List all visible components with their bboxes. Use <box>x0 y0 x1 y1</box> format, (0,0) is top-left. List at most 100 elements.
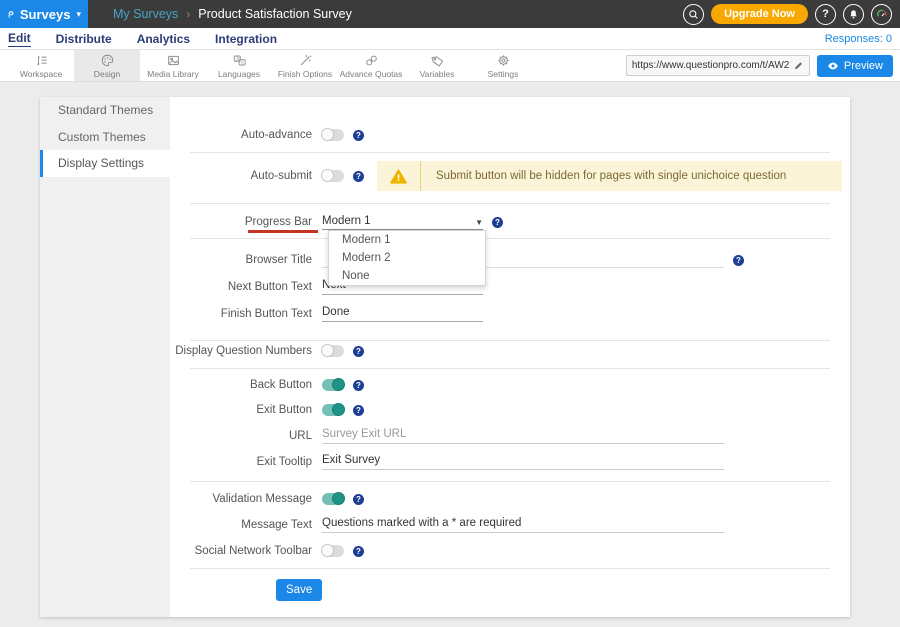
eye-icon <box>827 60 839 72</box>
nav-tab-edit[interactable]: Edit <box>8 31 31 47</box>
dropdown-option-modern-2[interactable]: Modern 2 <box>329 249 485 267</box>
social-network-toolbar-toggle[interactable] <box>322 545 344 557</box>
nav-tab-integration[interactable]: Integration <box>215 32 277 46</box>
auto-advance-toggle[interactable] <box>322 129 344 141</box>
toolbar-tab-label: Media Library <box>147 69 199 79</box>
auto-advance-help-icon[interactable]: ? <box>353 130 364 141</box>
section-divider <box>190 238 830 239</box>
help-icon[interactable]: ? <box>815 4 836 25</box>
next-button-text-label: Next Button Text <box>170 281 312 293</box>
toolbar-tab-label: Languages <box>218 69 260 79</box>
breadcrumb: My Surveys › Product Satisfaction Survey <box>88 0 352 28</box>
toolbar-tab-settings[interactable]: Settings <box>470 50 536 81</box>
sidebar-item-display-settings[interactable]: Display Settings <box>40 150 170 177</box>
auto-submit-row: Auto-submit ? Submit button will be hidd… <box>170 161 850 191</box>
exit-tooltip-label: Exit Tooltip <box>170 456 312 468</box>
breadcrumb-parent[interactable]: My Surveys <box>113 7 178 21</box>
svg-text:文: 文 <box>235 55 239 61</box>
sidebar-item-standard-themes[interactable]: Standard Themes <box>40 97 170 124</box>
survey-url-input[interactable] <box>632 60 789 71</box>
section-divider <box>190 152 830 153</box>
chevron-down-icon: ▾ <box>76 9 81 20</box>
toolbar-tab-finish-options[interactable]: Finish Options <box>272 50 338 81</box>
page-body: Standard Themes Custom Themes Display Se… <box>0 82 900 627</box>
exit-tooltip-row: Exit Tooltip <box>170 447 850 477</box>
survey-url-box <box>626 55 810 76</box>
search-icon[interactable] <box>683 4 704 25</box>
exit-tooltip-input[interactable] <box>322 454 724 470</box>
section-divider <box>190 368 830 369</box>
finish-options-wand-icon <box>298 53 313 68</box>
toggle-knob <box>321 544 334 557</box>
exit-button-label: Exit Button <box>170 404 312 416</box>
design-palette-icon <box>100 53 115 68</box>
display-question-numbers-label: Display Question Numbers <box>170 345 312 357</box>
product-name: Surveys <box>20 7 71 22</box>
dropdown-option-modern-1[interactable]: Modern 1 <box>329 231 485 249</box>
exit-button-help-icon[interactable]: ? <box>353 405 364 416</box>
back-button-help-icon[interactable]: ? <box>353 380 364 391</box>
responses-count[interactable]: Responses: 0 <box>825 33 892 45</box>
progress-bar-select[interactable]: Modern 1 ▼ <box>322 215 483 230</box>
section-divider <box>190 481 830 482</box>
toolbar-tab-design[interactable]: Design <box>74 50 140 81</box>
validation-message-label: Validation Message <box>170 493 312 505</box>
browser-title-help-icon[interactable]: ? <box>733 255 744 266</box>
toggle-knob <box>321 169 334 182</box>
brand-block[interactable]: Surveys ▾ <box>0 0 88 28</box>
toolbar-tab-label: Variables <box>420 69 455 79</box>
validation-message-toggle[interactable] <box>322 493 344 505</box>
toolbar-tab-advance-quotas[interactable]: Advance Quotas <box>338 50 404 81</box>
auto-submit-toggle[interactable] <box>322 170 344 182</box>
sidebar-item-custom-themes[interactable]: Custom Themes <box>40 124 170 151</box>
toolbar-tab-variables[interactable]: Variables <box>404 50 470 81</box>
edit-pencil-icon[interactable] <box>793 60 804 71</box>
finish-button-text-row: Finish Button Text <box>170 299 850 329</box>
section-divider <box>190 568 830 569</box>
social-network-toolbar-help-icon[interactable]: ? <box>353 546 364 557</box>
validation-message-help-icon[interactable]: ? <box>353 494 364 505</box>
finish-button-text-input[interactable] <box>322 306 483 322</box>
design-toolbar: Workspace Design Media Library 文A Langua… <box>0 50 900 82</box>
toolbar-tab-workspace[interactable]: Workspace <box>8 50 74 81</box>
toolbar-tab-languages[interactable]: 文A Languages <box>206 50 272 81</box>
progress-bar-label: Progress Bar <box>170 216 312 228</box>
advance-quotas-links-icon <box>364 53 379 68</box>
toggle-knob <box>332 403 345 416</box>
nav-tab-distribute[interactable]: Distribute <box>56 32 112 46</box>
upgrade-now-button[interactable]: Upgrade Now <box>711 4 808 24</box>
browser-title-label: Browser Title <box>170 254 312 266</box>
section-divider <box>190 203 830 204</box>
save-button[interactable]: Save <box>276 579 322 601</box>
back-button-toggle[interactable] <box>322 379 344 391</box>
message-text-input[interactable] <box>322 517 724 533</box>
display-question-numbers-row: Display Question Numbers ? <box>170 336 850 366</box>
preview-button[interactable]: Preview <box>817 55 893 77</box>
exit-url-input[interactable] <box>322 428 724 444</box>
variables-tag-icon <box>430 53 445 68</box>
progress-bar-help-icon[interactable]: ? <box>492 217 503 228</box>
social-network-toolbar-row: Social Network Toolbar ? <box>170 536 850 566</box>
browser-title-row: Browser Title ? <box>170 245 850 275</box>
auto-submit-help-icon[interactable]: ? <box>353 171 364 182</box>
display-settings-card: Standard Themes Custom Themes Display Se… <box>40 97 850 617</box>
settings-gear-icon <box>496 53 511 68</box>
progress-bar-annotation-underline <box>248 230 318 233</box>
toolbar-tab-label: Advance Quotas <box>340 69 403 79</box>
social-network-toolbar-label: Social Network Toolbar <box>170 545 312 557</box>
display-question-numbers-help-icon[interactable]: ? <box>353 346 364 357</box>
toolbar-tab-label: Workspace <box>20 69 62 79</box>
save-row: Save <box>170 575 850 605</box>
notifications-bell-icon[interactable] <box>843 4 864 25</box>
auto-submit-label: Auto-submit <box>170 170 312 182</box>
display-question-numbers-toggle[interactable] <box>322 345 344 357</box>
nav-tab-analytics[interactable]: Analytics <box>137 32 190 46</box>
preview-label: Preview <box>844 60 883 72</box>
progress-bar-dropdown-menu: Modern 1 Modern 2 None <box>328 230 486 286</box>
dropdown-option-none[interactable]: None <box>329 267 485 285</box>
exit-button-toggle[interactable] <box>322 404 344 416</box>
display-settings-form: Auto-advance ? Auto-submit ? Submit butt… <box>170 97 850 617</box>
message-text-label: Message Text <box>170 519 312 531</box>
toolbar-tab-media-library[interactable]: Media Library <box>140 50 206 81</box>
survey-health-gauge-icon[interactable] <box>871 4 892 25</box>
